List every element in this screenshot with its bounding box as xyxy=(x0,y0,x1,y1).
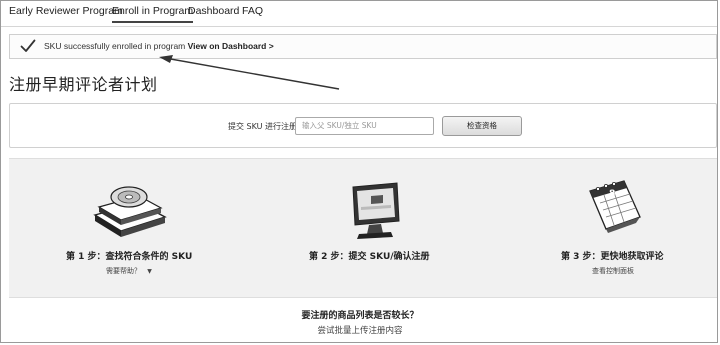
chevron-down-icon: ▼ xyxy=(147,268,152,275)
sku-input[interactable]: 输入父 SKU/独立 SKU xyxy=(295,117,434,135)
need-help-link[interactable]: 需要帮助？ ▼ xyxy=(106,266,152,276)
tab-early-reviewer-program[interactable]: Early Reviewer Program xyxy=(9,5,123,17)
step-1-title: 第 1 步：查找符合条件的 SKU xyxy=(66,252,193,262)
view-dashboard-step-link[interactable]: 查看控制面板 xyxy=(592,266,634,276)
calendar-icon: 8 xyxy=(589,180,641,233)
monitor-icon xyxy=(352,182,400,239)
tab-dashboard[interactable]: Dashboard xyxy=(188,5,239,17)
svg-text:8: 8 xyxy=(609,189,615,199)
check-icon xyxy=(20,39,36,52)
success-banner: SKU successfully enrolled in program Vie… xyxy=(9,34,717,59)
top-nav: Early Reviewer Program Enroll in Program… xyxy=(1,1,717,27)
check-eligibility-button[interactable]: 检查资格 xyxy=(442,116,522,136)
submit-sku-label: 提交 SKU 进行注册 xyxy=(228,122,298,131)
step-2-title: 第 2 步：提交 SKU/确认注册 xyxy=(309,252,430,262)
banner-message: SKU successfully enrolled in program Vie… xyxy=(44,41,274,51)
tab-faq[interactable]: FAQ xyxy=(242,5,263,17)
need-help-label: 需要帮助？ xyxy=(106,267,141,275)
bulk-upload-link[interactable]: 尝试批量上传注册内容 xyxy=(1,324,717,336)
view-dashboard-link[interactable]: View on Dashboard > xyxy=(188,41,274,51)
books-disc-icon xyxy=(93,186,167,237)
step-3-title: 第 3 步：更快地获取评论 xyxy=(561,252,664,262)
steps-section: 第 1 步：查找符合条件的 SKU 需要帮助？ ▼ 第 2 步：提交 SKU/确… xyxy=(9,158,717,298)
app-frame: Early Reviewer Program Enroll in Program… xyxy=(0,0,718,343)
page-title: 注册早期评论者计划 xyxy=(9,75,158,94)
tab-enroll-in-program[interactable]: Enroll in Program xyxy=(112,5,194,23)
bulk-question: 要注册的商品列表是否较长？ xyxy=(301,311,419,321)
banner-message-text: SKU successfully enrolled in program xyxy=(44,41,186,51)
submit-sku-panel: 提交 SKU 进行注册 输入父 SKU/独立 SKU 检查资格 xyxy=(9,103,717,148)
